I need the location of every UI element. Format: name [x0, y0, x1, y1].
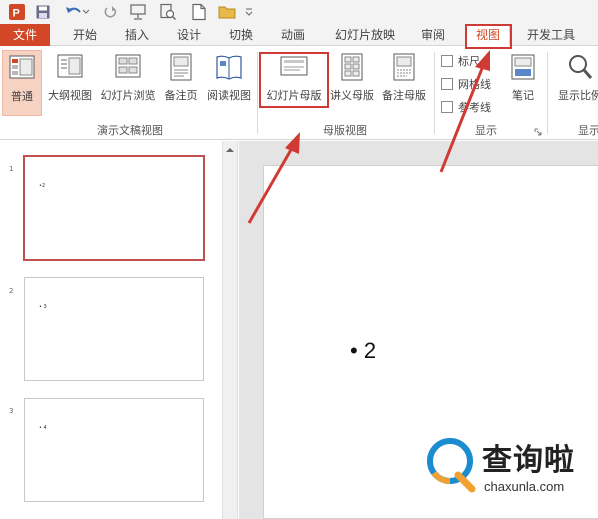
notes-page-label: 备注页	[164, 89, 198, 102]
dialog-launcher-icon[interactable]	[534, 126, 542, 136]
new-icon[interactable]	[188, 2, 210, 22]
notes-button[interactable]: 笔记	[505, 50, 541, 112]
tab-file[interactable]: 文件	[0, 24, 50, 46]
slide-thumbnail-text: • 4	[39, 425, 47, 431]
view-tab-highlight-box	[465, 24, 512, 49]
preview-icon[interactable]	[156, 2, 180, 22]
slide-thumbnail-pane: 1 •2 2 • 3 3 • 4	[0, 141, 222, 519]
slide-sorter-label: 幻灯片浏览	[100, 89, 156, 102]
slide-thumbnail-text: • 3	[39, 304, 47, 310]
tab-review[interactable]: 审阅	[412, 24, 454, 46]
app-logo-icon: P	[6, 2, 28, 22]
ruler-label: 标尺	[458, 55, 480, 68]
ruler-checkbox-box[interactable]	[441, 55, 453, 67]
slide-thumbnail-2[interactable]: • 3	[24, 277, 204, 381]
reading-view-label: 阅读视图	[207, 89, 251, 102]
slide-thumbnail-text: •2	[39, 183, 46, 189]
tab-transitions[interactable]: 切换	[218, 24, 264, 46]
presentation-views-group-label: 演示文稿视图	[97, 124, 163, 137]
watermark-brand: 查询啦	[482, 443, 575, 478]
tab-home[interactable]: 开始	[62, 24, 108, 46]
thumbnail-scrollbar[interactable]	[222, 141, 238, 519]
undo-icon[interactable]	[62, 2, 92, 22]
gridlines-checkbox-box[interactable]	[441, 78, 453, 90]
notes-icon	[511, 54, 535, 80]
zoom-button[interactable]: 显示比例	[552, 50, 598, 112]
reading-view-button[interactable]: 阅读视图	[202, 50, 256, 112]
reading-view-icon	[216, 55, 242, 80]
main-slide-text[interactable]: • 2	[350, 338, 376, 364]
redo-icon[interactable]	[100, 2, 122, 22]
open-icon[interactable]	[216, 2, 240, 22]
customize-qat-icon[interactable]	[243, 2, 255, 22]
show-group-label: 显示	[475, 124, 497, 137]
notes-master-icon	[393, 53, 415, 81]
svg-text:P: P	[13, 8, 20, 20]
notes-master-button[interactable]: 备注母版	[378, 50, 430, 112]
group-separator	[257, 52, 258, 134]
slide-number: 1	[9, 165, 14, 173]
slide-number: 3	[9, 407, 14, 415]
slide-sorter-icon	[115, 54, 141, 78]
zoom-group-label: 显示	[578, 124, 598, 137]
normal-view-label: 普通	[11, 90, 33, 103]
outline-view-icon	[57, 54, 83, 78]
quick-access-toolbar: P	[0, 0, 598, 24]
outline-view-label: 大纲视图	[48, 89, 92, 102]
magnifier-icon	[569, 55, 593, 79]
outline-view-button[interactable]: 大纲视图	[45, 50, 95, 112]
ruler-checkbox[interactable]: 标尺	[441, 53, 480, 69]
gridlines-checkbox[interactable]: 网格线	[441, 76, 491, 92]
gridlines-label: 网格线	[458, 78, 491, 91]
slide-number: 2	[9, 287, 14, 295]
scroll-up-icon[interactable]	[223, 145, 237, 155]
notes-page-icon	[170, 53, 192, 81]
handout-master-icon	[341, 53, 363, 81]
guides-label: 参考线	[458, 101, 491, 114]
tab-developer[interactable]: 开发工具	[518, 24, 584, 46]
slide-thumbnail-3[interactable]: • 4	[24, 398, 204, 502]
slide-thumbnail-1[interactable]: •2	[23, 155, 205, 261]
present-icon[interactable]	[126, 2, 150, 22]
tab-animations[interactable]: 动画	[270, 24, 316, 46]
tab-design[interactable]: 设计	[166, 24, 212, 46]
slide-master-highlight-box	[259, 52, 329, 108]
notes-master-label: 备注母版	[382, 89, 426, 102]
tab-slideshow[interactable]: 幻灯片放映	[322, 24, 408, 46]
master-views-group-label: 母版视图	[323, 124, 367, 137]
normal-view-button[interactable]: 普通	[2, 50, 42, 116]
tab-insert[interactable]: 插入	[114, 24, 160, 46]
handout-master-button[interactable]: 讲义母版	[329, 50, 375, 112]
handout-master-label: 讲义母版	[330, 89, 374, 102]
guides-checkbox[interactable]: 参考线	[441, 99, 491, 115]
normal-view-icon	[9, 55, 35, 79]
guides-checkbox-box[interactable]	[441, 101, 453, 113]
zoom-label: 显示比例	[558, 89, 598, 102]
slide-sorter-button[interactable]: 幻灯片浏览	[97, 50, 159, 112]
save-icon[interactable]	[32, 2, 54, 22]
watermark-url: chaxunla.com	[484, 479, 565, 494]
notes-page-button[interactable]: 备注页	[161, 50, 201, 112]
notes-label: 笔记	[512, 89, 534, 102]
group-separator	[547, 52, 548, 134]
group-separator	[434, 52, 435, 134]
watermark-logo-icon	[427, 438, 476, 493]
watermark: 查询啦 chaxunla.com	[426, 433, 598, 503]
